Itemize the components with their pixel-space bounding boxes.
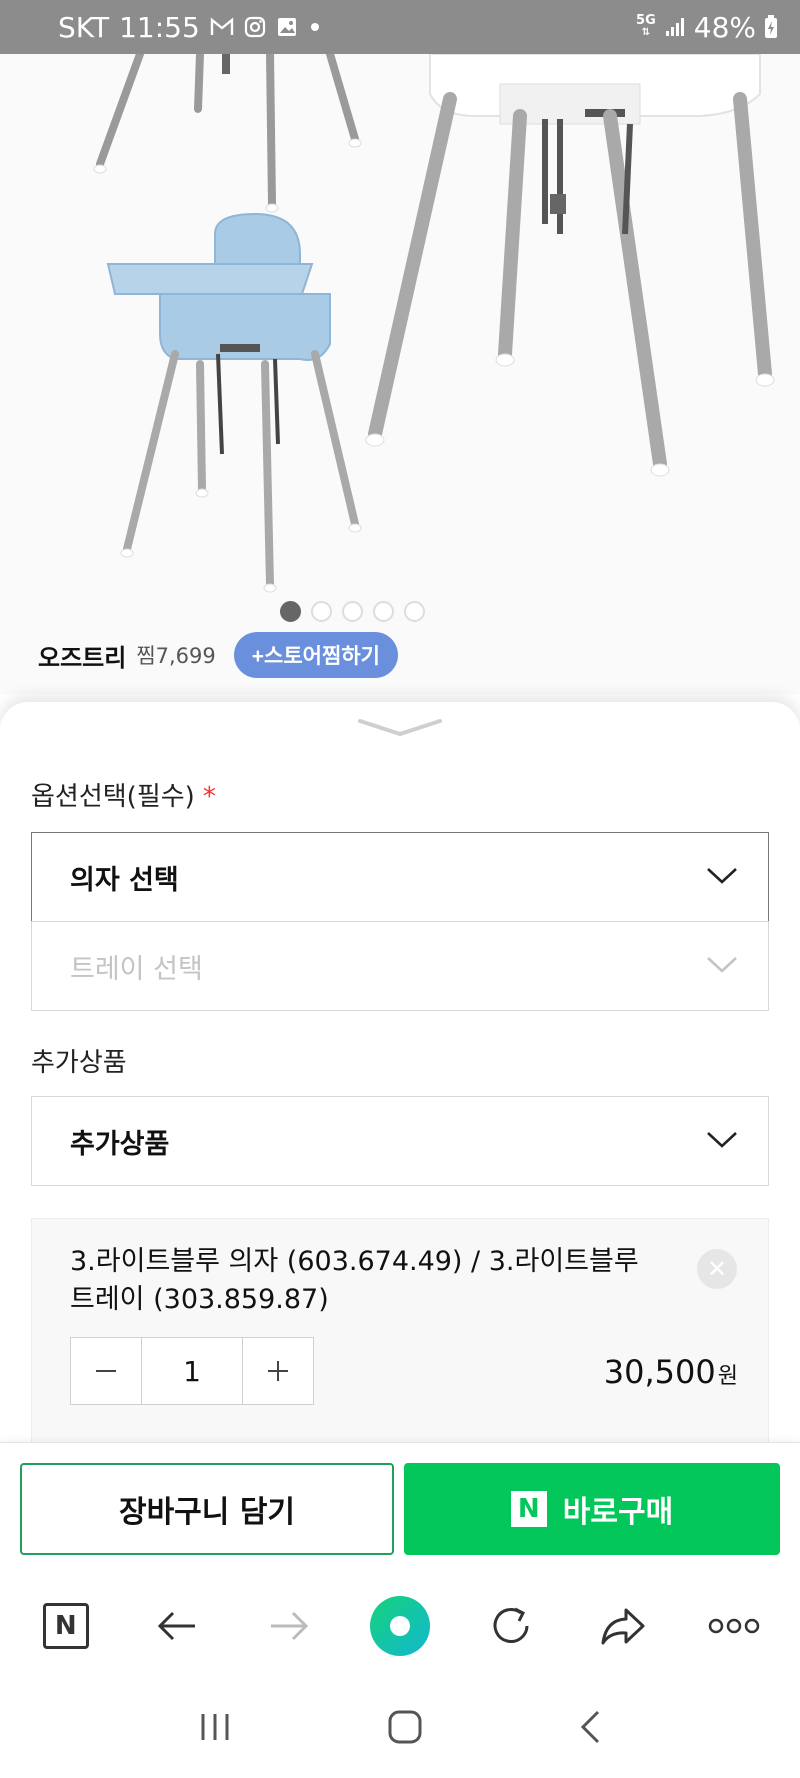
- store-info: 오즈트리 찜7,699 +스토어찜하기: [38, 632, 398, 678]
- sheet-collapse-handle[interactable]: [356, 716, 444, 744]
- selected-option-card: 3.라이트블루 의자 (603.674.49) / 3.라이트블루 트레이 (3…: [31, 1218, 769, 1442]
- selected-option-name: 3.라이트블루 의자 (603.674.49) / 3.라이트블루 트레이 (3…: [70, 1246, 639, 1315]
- back-chevron-icon: [581, 1710, 600, 1744]
- minus-icon: [96, 1370, 116, 1372]
- forward-button[interactable]: [254, 1591, 324, 1661]
- naver-home-icon: N: [42, 1603, 89, 1649]
- signal-icon: [664, 16, 686, 38]
- carrier-label: SKT: [58, 10, 110, 44]
- green-dot-button[interactable]: [365, 1591, 435, 1661]
- gmail-icon: [210, 17, 234, 37]
- quantity-value[interactable]: 1: [141, 1338, 243, 1404]
- gallery-icon: [276, 16, 298, 38]
- naver-home-button[interactable]: N: [31, 1591, 101, 1661]
- carousel-dot[interactable]: [279, 601, 301, 622]
- more-icon: [708, 1618, 760, 1634]
- price-currency: 원: [717, 1364, 738, 1389]
- home-icon: [388, 1710, 422, 1744]
- add-to-cart-button[interactable]: 장바구니 담기: [20, 1463, 394, 1555]
- plus-icon: [268, 1361, 288, 1381]
- carousel-indicator: [0, 601, 752, 622]
- network-label: 5G: [636, 13, 656, 28]
- option-section-label: 옵션선택(필수) *: [31, 776, 216, 813]
- buy-now-button[interactable]: N 바로구매: [404, 1463, 780, 1555]
- notification-dot-icon: [308, 20, 322, 34]
- quantity-stepper: 1: [70, 1337, 314, 1405]
- back-button[interactable]: [142, 1591, 212, 1661]
- carousel-dot[interactable]: [372, 601, 394, 622]
- refresh-button[interactable]: [476, 1591, 546, 1661]
- addon-select-label: 추가상품: [70, 1128, 170, 1160]
- carousel-dot[interactable]: [310, 601, 332, 622]
- chevron-down-icon: [706, 1126, 738, 1157]
- store-follow-button[interactable]: +스토어찜하기: [233, 632, 398, 678]
- addon-select-dropdown[interactable]: 추가상품: [31, 1096, 769, 1186]
- browser-toolbar: N: [0, 1572, 800, 1680]
- recent-apps-button[interactable]: [198, 1712, 232, 1746]
- status-bar: SKT 11:55 5G ⇅ 48%: [0, 0, 800, 54]
- purchase-action-bar: 장바구니 담기 N 바로구매: [0, 1442, 800, 1572]
- option-sheet: 옵션선택(필수) * 의자 선택 트레이 선택 추가상품 추가상품 3.라이트블루…: [0, 702, 800, 1442]
- increase-quantity-button[interactable]: [243, 1338, 313, 1404]
- option-label: 옵션선택(필수): [31, 782, 195, 812]
- battery-charging-icon: [764, 15, 778, 39]
- tray-select-dropdown[interactable]: 트레이 선택: [31, 921, 769, 1011]
- network-5g-icon: 5G ⇅: [636, 13, 656, 38]
- arrow-right-icon: [270, 1611, 308, 1641]
- option-price: 30,500 원: [604, 1353, 738, 1391]
- carousel-dot[interactable]: [403, 601, 425, 622]
- arrow-left-icon: [158, 1611, 196, 1641]
- share-icon: [601, 1608, 645, 1645]
- chevron-down-icon: [358, 719, 442, 737]
- green-window-icon: [369, 1596, 430, 1656]
- share-button[interactable]: [588, 1591, 658, 1661]
- addon-section-label: 추가상품: [31, 1048, 127, 1078]
- naver-n-icon: N: [510, 1491, 547, 1527]
- system-back-button[interactable]: [578, 1709, 602, 1749]
- store-like-count: 찜7,699: [136, 644, 216, 668]
- chevron-down-icon: [706, 862, 738, 893]
- store-name[interactable]: 오즈트리: [38, 638, 126, 673]
- buy-now-label: 바로구매: [562, 1495, 674, 1530]
- home-button[interactable]: [387, 1709, 423, 1749]
- battery-percent: 48%: [693, 10, 756, 44]
- recent-apps-icon: [201, 1714, 229, 1740]
- chair-select-dropdown[interactable]: 의자 선택: [31, 832, 769, 922]
- carousel-dot[interactable]: [341, 601, 363, 622]
- chair-select-label: 의자 선택: [70, 864, 179, 896]
- instagram-icon: [244, 16, 266, 38]
- system-navigation-bar: [0, 1680, 800, 1778]
- required-mark: *: [202, 782, 216, 812]
- refresh-icon: [493, 1607, 529, 1643]
- tray-select-label: 트레이 선택: [70, 953, 203, 985]
- product-image: [0, 54, 800, 694]
- more-menu-button[interactable]: [699, 1591, 769, 1661]
- clock: 11:55: [119, 10, 200, 44]
- product-image-carousel[interactable]: [0, 54, 800, 694]
- price-value: 30,500: [603, 1353, 716, 1391]
- decrease-quantity-button[interactable]: [71, 1338, 141, 1404]
- chevron-down-icon: [706, 951, 738, 982]
- remove-option-button[interactable]: ✕: [697, 1249, 737, 1289]
- close-icon: ✕: [706, 1255, 728, 1283]
- naver-home-label: N: [54, 1611, 77, 1641]
